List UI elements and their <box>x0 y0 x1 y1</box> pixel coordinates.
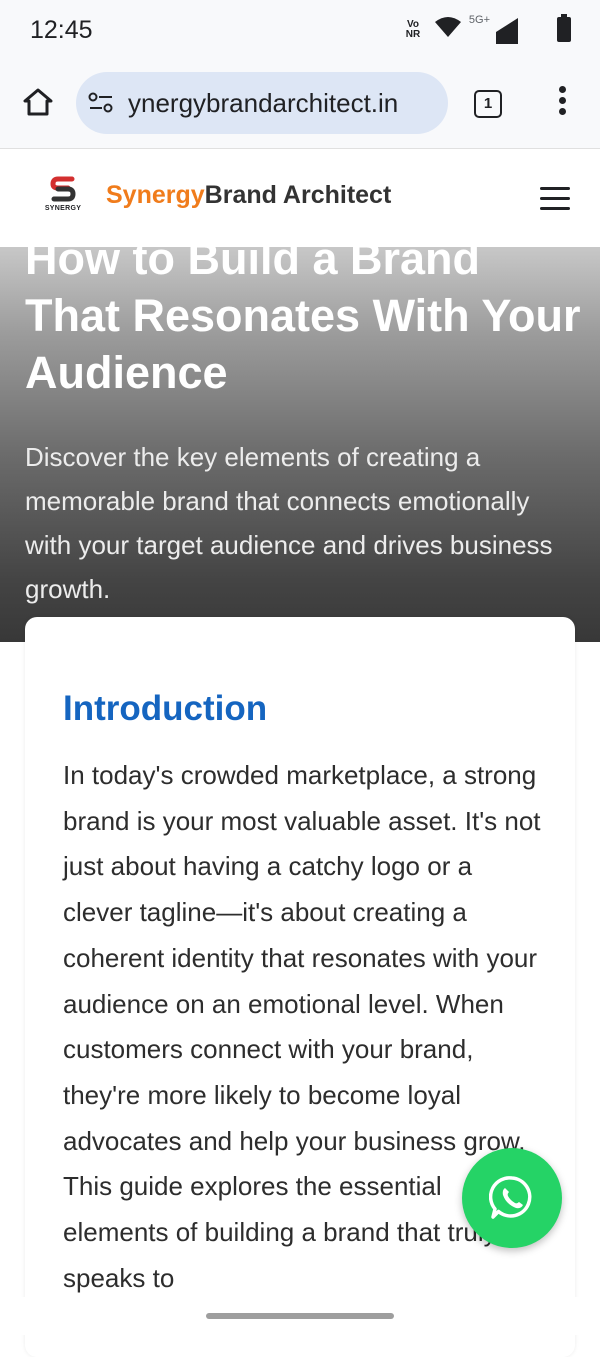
hero-section: How to Build a Brand That Resonates With… <box>0 230 600 642</box>
brand-name-second: Brand Architect <box>204 181 392 209</box>
volte-bottom: NR <box>405 29 421 40</box>
network-type: 5G+ <box>468 14 490 26</box>
logo-s-icon <box>50 176 76 202</box>
url-text[interactable]: ynergybrandarchitect.in <box>128 88 398 119</box>
site-header: SYNERGY SynergyBrand Architect <box>0 149 600 247</box>
more-vert-icon[interactable] <box>554 86 570 120</box>
menu-dot <box>558 97 566 104</box>
battery-icon <box>557 14 571 42</box>
home-icon[interactable] <box>22 86 54 118</box>
hamburger-menu-icon[interactable] <box>540 187 570 211</box>
hero-subtitle: Discover the key elements of creating a … <box>25 442 553 604</box>
status-time: 12:45 <box>30 16 93 44</box>
signal-icon <box>496 18 518 44</box>
status-bar: 12:45 Vo NR 5G+ <box>0 0 600 62</box>
whatsapp-icon <box>489 1176 532 1219</box>
address-bar[interactable]: ynergybrandarchitect.in <box>76 72 448 134</box>
section-heading: Introduction <box>63 689 268 728</box>
tune-icon[interactable] <box>88 92 114 114</box>
volte-indicator: Vo NR <box>402 20 424 40</box>
menu-dot <box>558 86 566 93</box>
hamburger-line <box>540 197 570 200</box>
tab-switcher-button[interactable]: 1 <box>474 90 502 118</box>
brand-name[interactable]: SynergyBrand Architect <box>106 181 391 210</box>
hamburger-line <box>540 207 570 210</box>
article-card: Introduction In today's crowded marketpl… <box>25 617 575 1357</box>
logo-text: SYNERGY <box>44 205 82 212</box>
system-navigation <box>0 1297 600 1335</box>
menu-dot <box>558 108 566 115</box>
browser-toolbar: ynergybrandarchitect.in 1 <box>0 62 600 149</box>
whatsapp-button[interactable] <box>462 1148 562 1248</box>
hero-title: How to Build a Brand That Resonates With… <box>25 233 581 398</box>
wifi-icon <box>435 17 461 37</box>
gesture-handle[interactable] <box>206 1313 394 1319</box>
site-logo[interactable]: SYNERGY <box>40 175 86 221</box>
brand-name-first: Synergy <box>106 181 205 209</box>
hamburger-line <box>540 187 570 190</box>
